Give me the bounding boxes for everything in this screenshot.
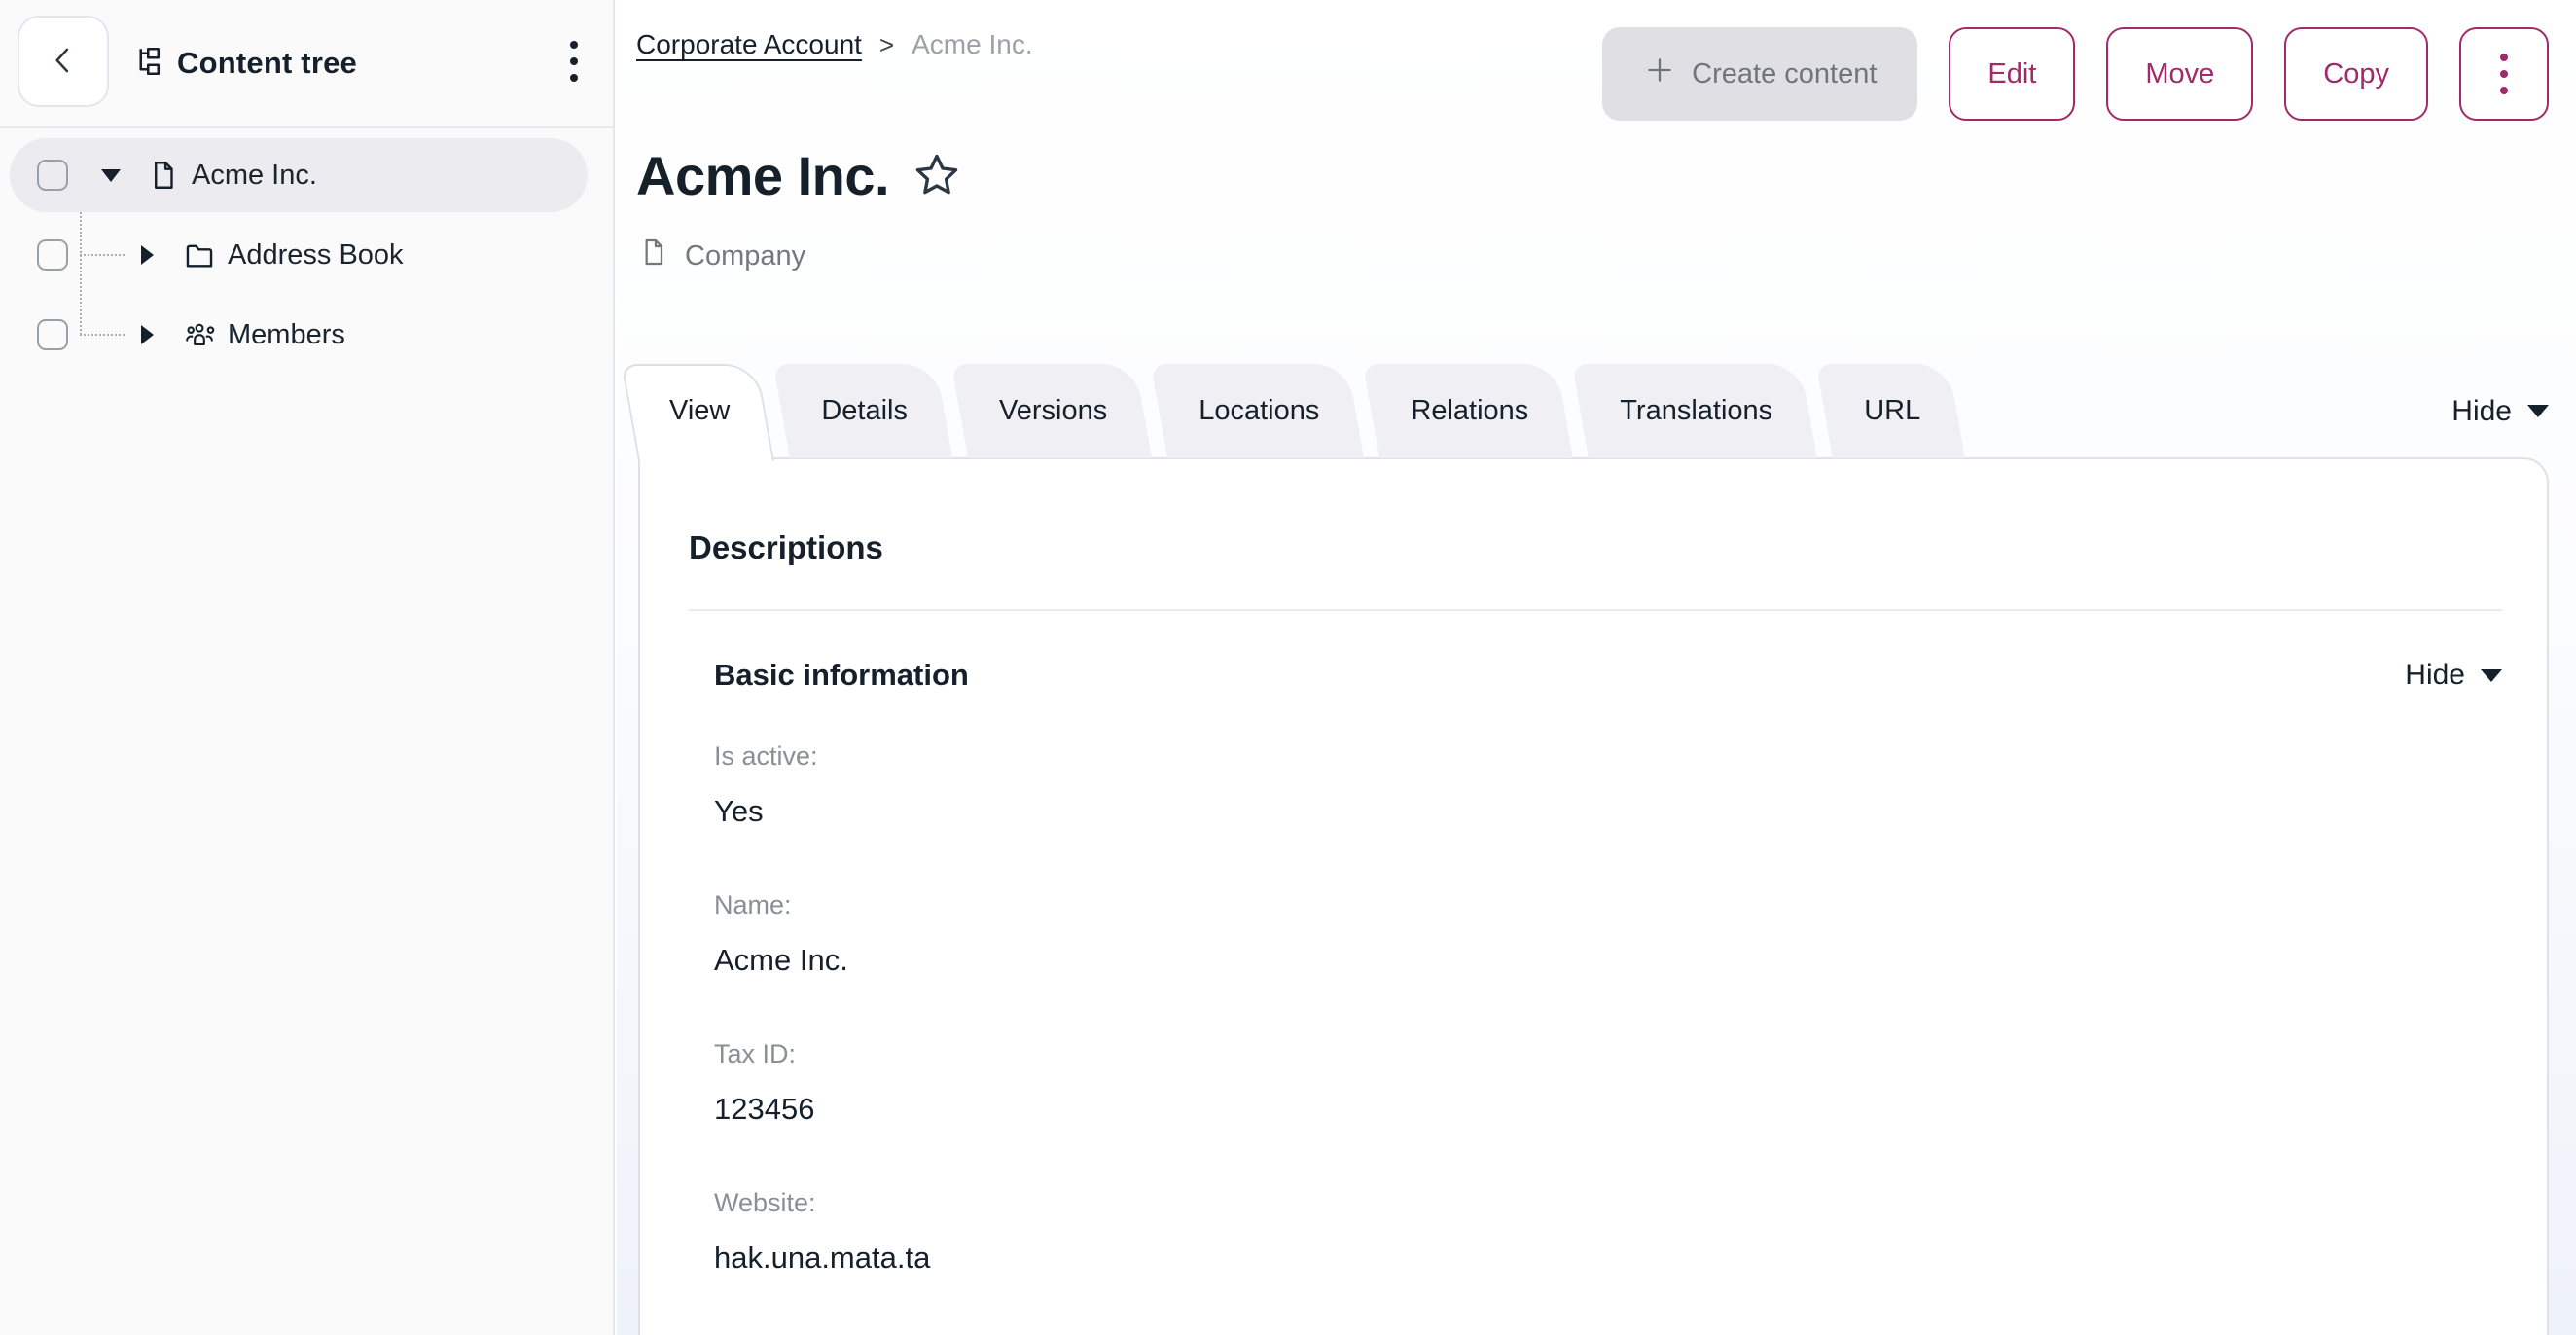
field-label: Tax ID: — [714, 1037, 2502, 1070]
content-type-label: Company — [685, 240, 805, 272]
main-content: Corporate Account > Acme Inc. Create con… — [617, 0, 2576, 1335]
content-type-row: Company — [638, 236, 805, 275]
group-hide-toggle[interactable]: Hide — [2405, 659, 2502, 692]
caret-down-icon — [2481, 669, 2502, 682]
collapse-sidebar-button[interactable] — [18, 16, 109, 107]
document-icon — [638, 236, 669, 275]
move-button[interactable]: Move — [2106, 27, 2253, 121]
tree-item-address-book[interactable]: Address Book — [0, 215, 613, 295]
tree-item-label: Members — [228, 319, 345, 351]
tree-item-members[interactable]: Members — [0, 295, 613, 375]
tree-item-acme-inc[interactable]: Acme Inc. — [0, 135, 613, 215]
breadcrumb: Corporate Account > Acme Inc. — [636, 29, 1033, 60]
content-tree-header: Content tree — [0, 0, 613, 128]
field-list: Is active: Yes Name: Acme Inc. Tax ID: 123456… — [689, 740, 2502, 1277]
tree-item-label: Address Book — [228, 239, 404, 271]
field-tax-id: Tax ID: 123456 — [714, 1037, 2502, 1128]
content-tree: Acme Inc. Address Book Members — [0, 128, 613, 375]
field-label: Is active: — [714, 740, 2502, 773]
breadcrumb-separator: > — [879, 30, 894, 60]
tabs-hide-label: Hide — [2451, 395, 2512, 428]
tab-locations[interactable]: Locations — [1167, 364, 1364, 458]
tabs-row: View Details Versions Locations Relations Tra… — [638, 364, 2549, 458]
content-tree-icon — [128, 44, 163, 84]
sidebar-title: Content tree — [177, 46, 357, 81]
tab-details[interactable]: Details — [790, 364, 952, 458]
tab-label: Details — [821, 395, 908, 427]
bookmark-star-icon[interactable] — [911, 150, 963, 202]
tab-url[interactable]: URL — [1833, 364, 1965, 458]
group-hide-label: Hide — [2405, 659, 2465, 692]
edit-button[interactable]: Edit — [1949, 27, 2075, 121]
caret-down-icon — [2527, 405, 2549, 417]
view-tab-panel: Descriptions Basic information Hide Is a… — [638, 457, 2549, 1335]
caret-down-icon[interactable] — [98, 169, 124, 182]
breadcrumb-parent-link[interactable]: Corporate Account — [636, 29, 862, 60]
tab-versions[interactable]: Versions — [968, 364, 1152, 458]
field-label: Website: — [714, 1186, 2502, 1219]
create-content-button[interactable]: Create content — [1602, 27, 1917, 121]
tab-label: Relations — [1411, 395, 1528, 427]
group-header: Basic information Hide — [689, 658, 2502, 693]
copy-button[interactable]: Copy — [2284, 27, 2428, 121]
more-actions-button[interactable] — [2459, 27, 2549, 121]
group-title: Basic information — [714, 658, 969, 693]
tab-relations[interactable]: Relations — [1379, 364, 1573, 458]
tree-item-label: Acme Inc. — [192, 160, 317, 192]
app-root: Content tree Acme Inc. Address Book Member… — [0, 0, 2576, 1335]
section-divider — [689, 609, 2502, 611]
plus-icon — [1643, 54, 1676, 94]
field-label: Name: — [714, 888, 2502, 921]
page-title: Acme Inc. — [636, 144, 889, 207]
field-is-active: Is active: Yes — [714, 740, 2502, 830]
field-website: Website: hak.una.mata.ta — [714, 1186, 2502, 1277]
tab-label: Locations — [1199, 395, 1319, 427]
tab-view[interactable]: View — [638, 364, 774, 458]
tab-list: View Details Versions Locations Relations Tra… — [638, 364, 1981, 458]
field-value: Yes — [714, 793, 2502, 830]
create-content-label: Create content — [1692, 58, 1877, 90]
tab-label: Versions — [999, 395, 1107, 427]
sidebar-options-button[interactable] — [570, 41, 578, 82]
users-icon — [183, 318, 216, 351]
tab-label: Translations — [1620, 395, 1772, 427]
field-value: 123456 — [714, 1091, 2502, 1128]
document-icon — [147, 159, 180, 192]
caret-right-icon[interactable] — [134, 245, 160, 265]
tab-translations[interactable]: Translations — [1589, 364, 1817, 458]
tab-label: URL — [1864, 395, 1920, 427]
section-title: Descriptions — [689, 529, 2502, 566]
caret-right-icon[interactable] — [134, 325, 160, 344]
field-name: Name: Acme Inc. — [714, 888, 2502, 979]
field-value: Acme Inc. — [714, 942, 2502, 979]
breadcrumb-current: Acme Inc. — [912, 29, 1032, 60]
tabs-hide-toggle[interactable]: Hide — [2451, 395, 2549, 428]
content-tree-panel: Content tree Acme Inc. Address Book Member… — [0, 0, 615, 1335]
field-value: hak.una.mata.ta — [714, 1240, 2502, 1277]
page-title-row: Acme Inc. — [636, 144, 963, 207]
chevron-left-icon — [45, 42, 82, 82]
action-buttons: Create content Edit Move Copy — [1602, 27, 2549, 121]
folder-icon — [183, 238, 216, 271]
tab-label: View — [669, 395, 730, 427]
